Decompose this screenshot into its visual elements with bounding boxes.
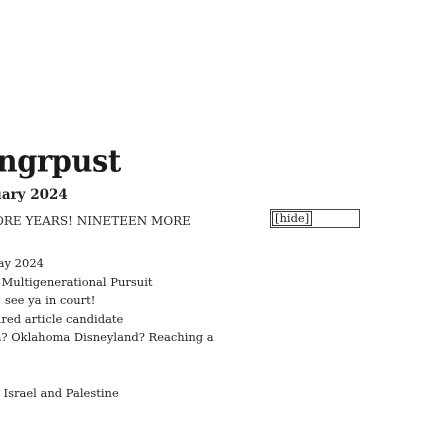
hide-button[interactable]: [hide]: [270, 209, 360, 228]
banner-text: ORE YEARS! NINETEEN MORE: [0, 214, 191, 228]
list-item[interactable]: ured article candidate: [0, 310, 214, 329]
list-item[interactable]: \ Multigenerational Pursuit: [0, 273, 214, 292]
hide-button-label[interactable]: [hide]: [272, 211, 313, 226]
issue-date: uary 2024: [0, 187, 68, 203]
list-item[interactable]: n? Oklahoma Disneyland? Reaching a: [0, 328, 214, 347]
list-item[interactable]: s Israel and Palestine: [0, 384, 214, 403]
list-item[interactable]: lay 2024: [0, 254, 214, 273]
content-list: lay 2024 \ Multigenerational Pursuit .. …: [0, 254, 214, 402]
site-logo[interactable]: ingrpust: [0, 143, 121, 179]
list-item[interactable]: .. see ya in court!: [0, 291, 214, 310]
